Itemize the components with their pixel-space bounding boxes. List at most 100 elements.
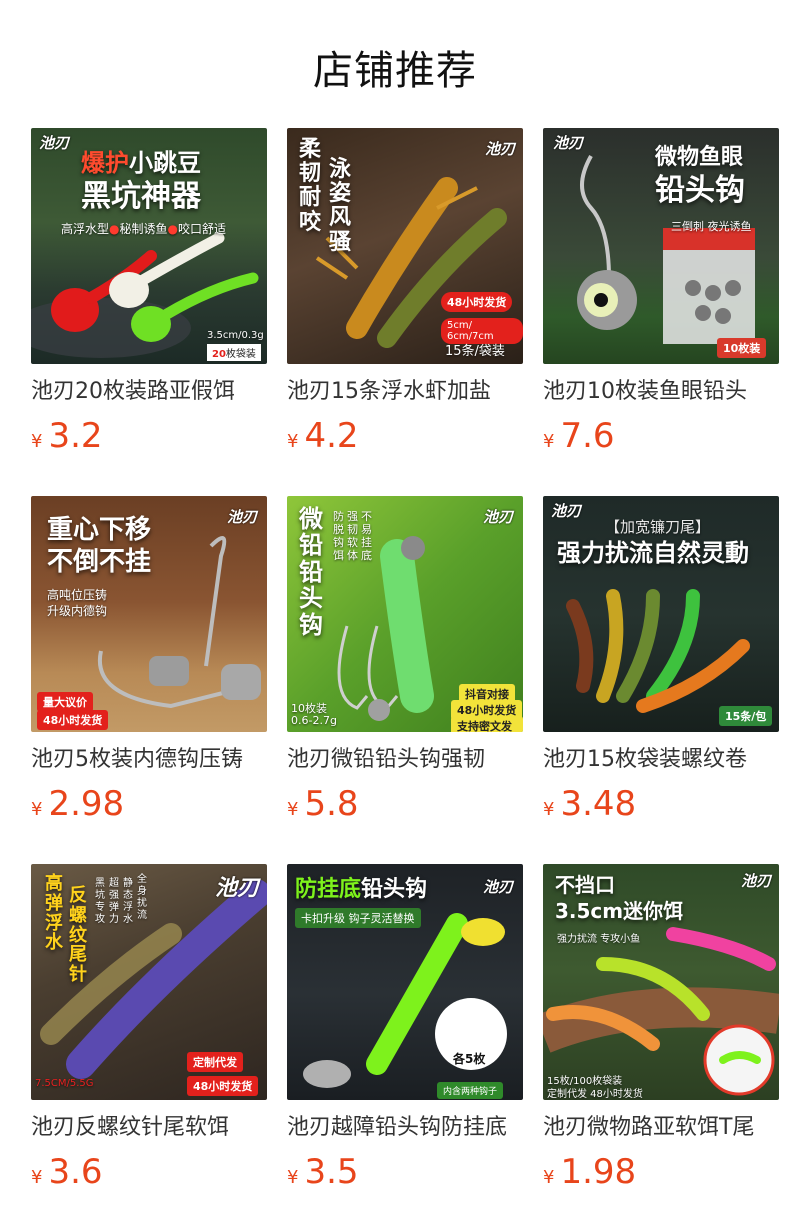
currency-symbol: ¥	[543, 1167, 555, 1188]
size-label: 7.5CM/5.5G	[35, 1078, 94, 1089]
product-card[interactable]: 池刃 不挡口 3.5cm迷你饵 强力扰流 专攻小鱼 15枚/100枚袋装 定制代…	[543, 864, 779, 1196]
product-image[interactable]: 池刃 高弹浮水 反螺纹尾针 黑坑专攻 超强弹力 静态浮水 全身扰流 7.5CM/…	[31, 864, 267, 1100]
brand-logo: 池刃	[39, 134, 70, 152]
product-image[interactable]: 池刃 微物鱼眼 铅头钩 三倒刺 夜光诱鱼 10枚装	[543, 128, 779, 364]
product-image[interactable]: 池刃 爆护小跳豆 黑坑神器 高浮水型●秘制诱鱼●咬口舒适 3.5cm/0.3g …	[31, 128, 267, 364]
badge-3: 支持密文发货	[451, 716, 523, 732]
feature-2: 升级内德钩	[47, 604, 108, 618]
page-title: 店铺推荐	[313, 48, 477, 94]
weight-label: 0.6-2.7g	[291, 714, 337, 727]
brand-logo: 池刃	[484, 140, 515, 158]
headline-white: 铅头钩	[361, 877, 428, 902]
product-card[interactable]: 池刃 重心下移 不倒不挂 高吨位压铸 升级内德钩 量大议价 48小时发货 池刃5…	[31, 496, 267, 828]
pack-label: 15条/袋装	[445, 344, 505, 359]
headline-col-1: 高弹浮水	[45, 873, 63, 954]
subtitle: 【加宽镰刀尾】	[605, 518, 711, 536]
headline-2: 不倒不挂	[47, 547, 152, 577]
product-name[interactable]: 池刃5枚装内德钩压铸	[31, 744, 267, 776]
product-name[interactable]: 池刃15条浮水虾加盐	[287, 376, 523, 408]
feature-1: 防脱钩饵	[333, 510, 344, 562]
headline: 爆护小跳豆	[81, 150, 201, 176]
feature-2: 强韧软体	[347, 510, 358, 562]
brand-logo: 池刃	[226, 508, 257, 526]
currency-symbol: ¥	[287, 799, 299, 820]
product-card[interactable]: 池刃 【加宽镰刀尾】 强力扰流自然灵動 15条/包 池刃15枚袋装螺纹卷 ¥3.…	[543, 496, 779, 828]
pack-badge: 10枚装	[717, 338, 767, 358]
pack-unit: 枚袋装	[225, 349, 256, 360]
headline-2: 3.5cm迷你饵	[555, 899, 684, 923]
shipping-badge: 48小时发货	[441, 292, 513, 312]
spec-label: 3.5cm/0.3g	[207, 330, 264, 341]
feature-banner: 卡扣升级 钩子灵活替换	[295, 908, 421, 928]
currency-symbol: ¥	[287, 1167, 299, 1188]
product-price: ¥3.6	[31, 1154, 267, 1196]
feature-3: 咬口舒适	[178, 222, 227, 236]
price-value: 5.8	[304, 784, 359, 824]
product-image[interactable]: 池刃 柔韧耐咬 泳姿风骚 48小时发货 5cm/ 6cm/7cm 15条/袋装	[287, 128, 523, 364]
product-name[interactable]: 池刃20枚装路亚假饵	[31, 376, 267, 408]
product-price: ¥5.8	[287, 786, 523, 828]
brand-logo: 池刃	[214, 875, 259, 901]
feature-4: 全身扰流	[137, 874, 147, 921]
currency-symbol: ¥	[543, 799, 555, 820]
feature-line: 强力扰流 专攻小鱼	[557, 934, 641, 945]
product-name[interactable]: 池刃10枚装鱼眼铅头	[543, 376, 779, 408]
product-card[interactable]: 池刃 爆护小跳豆 黑坑神器 高浮水型●秘制诱鱼●咬口舒适 3.5cm/0.3g …	[31, 128, 267, 460]
badge-2: 48小时发货	[187, 1076, 259, 1096]
product-name[interactable]: 池刃微物路亚软饵T尾	[543, 1112, 779, 1144]
headline-col: 微铅铅头钩	[299, 505, 323, 639]
currency-symbol: ¥	[287, 431, 299, 452]
product-card[interactable]: 池刃 防挂底铅头钩 卡扣升级 钩子灵活替换 各5枚 内含两种钩子 池刃越障铅头钩…	[287, 864, 523, 1196]
price-value: 3.6	[48, 1152, 103, 1192]
headline-col-2: 泳姿风骚	[329, 157, 352, 255]
pack-count: 20	[212, 349, 226, 360]
headline-2: 铅头钩	[655, 173, 745, 208]
product-price: ¥3.2	[31, 418, 267, 460]
currency-symbol: ¥	[31, 799, 43, 820]
feature-line: 高浮水型●秘制诱鱼●咬口舒适	[61, 222, 227, 236]
brand-logo: 池刃	[553, 134, 584, 152]
product-name[interactable]: 池刃微铅铅头钩强韧	[287, 744, 523, 776]
product-card[interactable]: 池刃 柔韧耐咬 泳姿风骚 48小时发货 5cm/ 6cm/7cm 15条/袋装 …	[287, 128, 523, 460]
price-value: 3.5	[304, 1152, 359, 1192]
headline-1: 微物鱼眼	[655, 145, 744, 170]
product-name[interactable]: 池刃15枚袋装螺纹卷	[543, 744, 779, 776]
product-price: ¥1.98	[543, 1154, 779, 1196]
product-card[interactable]: 池刃 微物鱼眼 铅头钩 三倒刺 夜光诱鱼 10枚装 池刃10枚装鱼眼铅头 ¥7.…	[543, 128, 779, 460]
product-card[interactable]: 池刃 高弹浮水 反螺纹尾针 黑坑专攻 超强弹力 静态浮水 全身扰流 7.5CM/…	[31, 864, 267, 1196]
each-count: 各5枚	[453, 1052, 486, 1066]
headline-1: 重心下移	[47, 515, 152, 545]
product-image[interactable]: 池刃 重心下移 不倒不挂 高吨位压铸 升级内德钩 量大议价 48小时发货	[31, 496, 267, 732]
headline-col-2: 反螺纹尾针	[69, 885, 87, 986]
product-image[interactable]: 池刃 【加宽镰刀尾】 强力扰流自然灵動 15条/包	[543, 496, 779, 732]
headline-1: 不挡口	[555, 873, 615, 897]
headline-green: 防挂底	[295, 877, 362, 902]
brand-logo: 池刃	[551, 502, 582, 520]
pack-badge: 20枚袋装	[207, 344, 261, 361]
product-name[interactable]: 池刃越障铅头钩防挂底	[287, 1112, 523, 1144]
pack-badge: 15条/包	[719, 706, 773, 726]
product-price: ¥4.2	[287, 418, 523, 460]
price-value: 1.98	[560, 1152, 637, 1192]
feature-line: 三倒刺 夜光诱鱼	[671, 220, 752, 233]
price-value: 2.98	[48, 784, 125, 824]
headline: 强力扰流自然灵動	[557, 539, 749, 567]
price-value: 7.6	[560, 416, 615, 456]
currency-symbol: ¥	[31, 431, 43, 452]
product-image[interactable]: 池刃 不挡口 3.5cm迷你饵 强力扰流 专攻小鱼 15枚/100枚袋装 定制代…	[543, 864, 779, 1100]
shipping-badge: 48小时发货	[37, 710, 109, 730]
product-price: ¥3.48	[543, 786, 779, 828]
product-image[interactable]: 微铅铅头钩 防脱钩饵 强韧软体 不易挂底 池刃 10枚装 0.6-2.7g 抖音…	[287, 496, 523, 732]
product-price: ¥7.6	[543, 418, 779, 460]
product-price: ¥2.98	[31, 786, 267, 828]
brand-logo: 池刃	[482, 878, 513, 896]
price-value: 3.48	[560, 784, 637, 824]
product-card[interactable]: 微铅铅头钩 防脱钩饵 强韧软体 不易挂底 池刃 10枚装 0.6-2.7g 抖音…	[287, 496, 523, 828]
headline-white: 小跳豆	[129, 149, 201, 177]
product-image[interactable]: 池刃 防挂底铅头钩 卡扣升级 钩子灵活替换 各5枚 内含两种钩子	[287, 864, 523, 1100]
product-name[interactable]: 池刃反螺纹针尾软饵	[31, 1112, 267, 1144]
headline-col-1: 柔韧耐咬	[299, 137, 322, 235]
feature-2: 秘制诱鱼	[119, 222, 168, 236]
feature-1: 高浮水型	[61, 222, 110, 236]
badge-1: 定制代发	[187, 1052, 243, 1072]
